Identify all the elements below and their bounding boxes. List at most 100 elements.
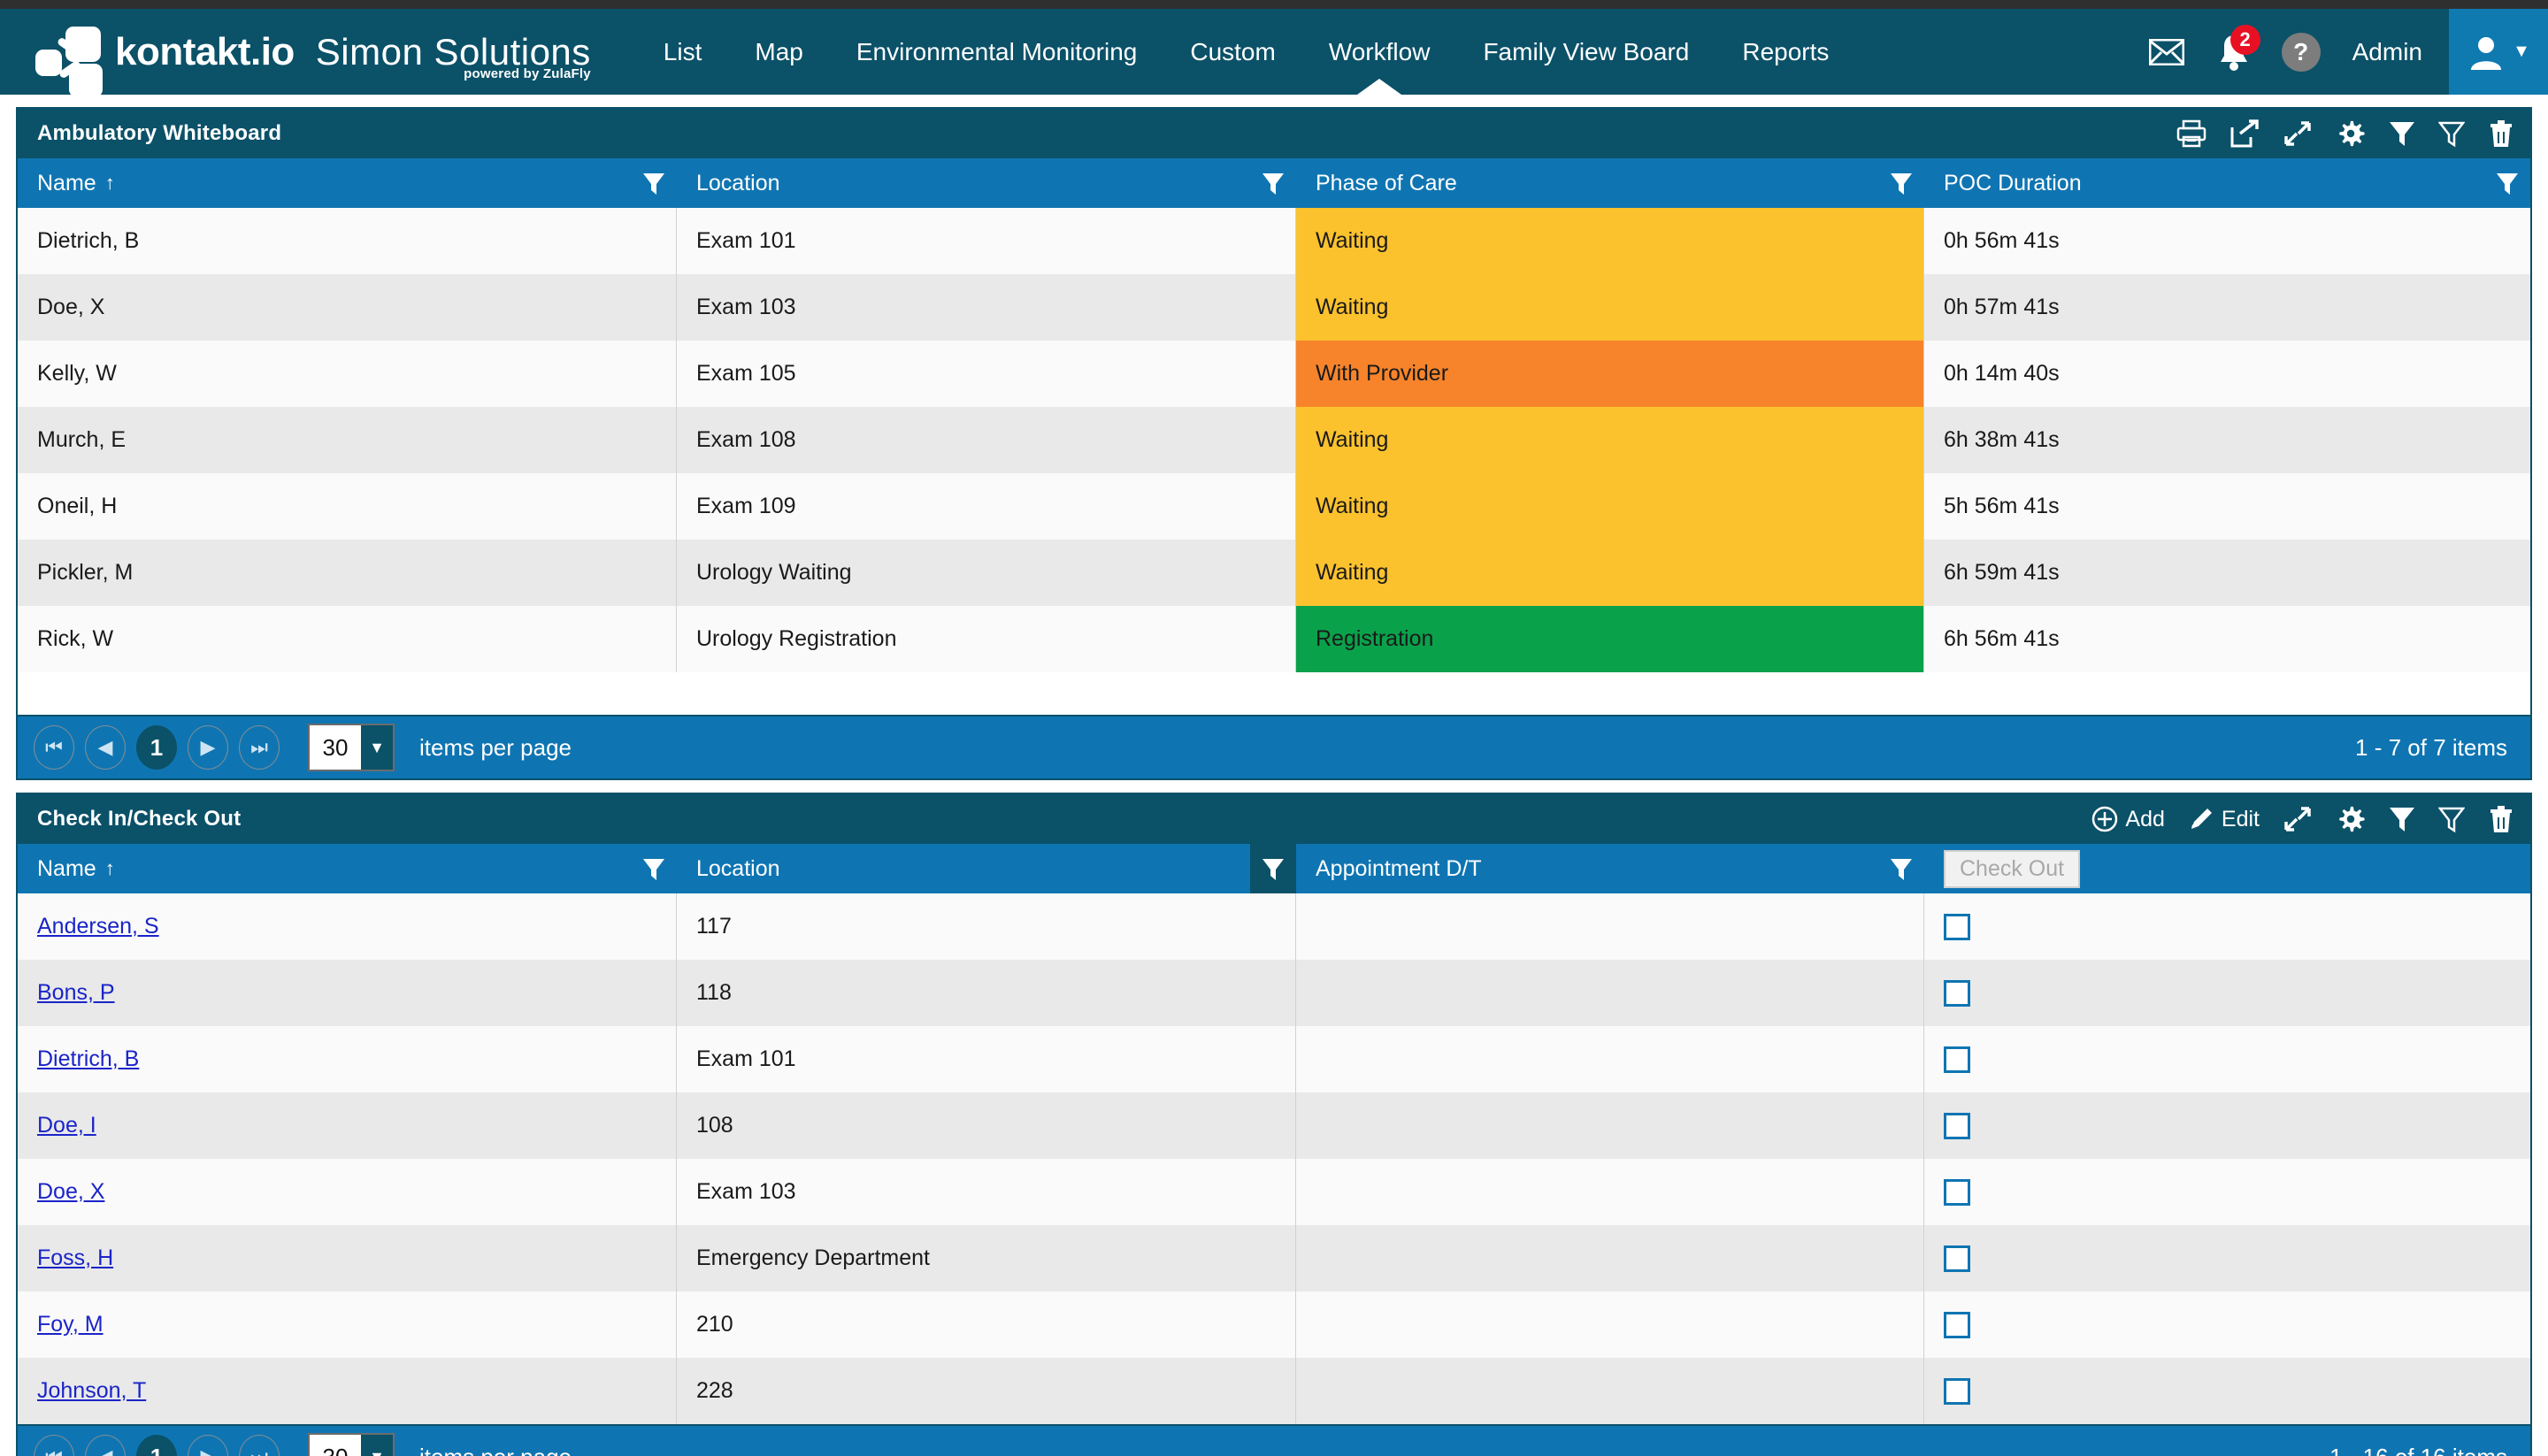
- pager-page-1[interactable]: 1: [136, 1435, 177, 1456]
- table-row[interactable]: Andersen, S 117: [18, 893, 2530, 960]
- column-header-name[interactable]: Name ↑: [18, 844, 677, 893]
- user-menu-button[interactable]: ▼: [2449, 9, 2548, 95]
- column-header-location[interactable]: Location: [677, 844, 1296, 893]
- notification-badge: 2: [2230, 25, 2260, 55]
- table-row[interactable]: Johnson, T 228: [18, 1358, 2530, 1424]
- items-per-page-select[interactable]: 30 ▼: [308, 724, 395, 771]
- items-per-page-value: 30: [322, 733, 349, 761]
- main-navigation: List Map Environmental Monitoring Custom…: [637, 9, 1856, 95]
- cell-appointment-dt: [1296, 1358, 1924, 1424]
- table-row[interactable]: Dietrich, B Exam 101: [18, 1026, 2530, 1092]
- column-header-location[interactable]: Location: [677, 158, 1296, 208]
- table-row[interactable]: Foy, M 210: [18, 1291, 2530, 1358]
- panel2-header: Check In/Check Out Add Edit: [18, 794, 2530, 844]
- filter-filled-icon[interactable]: [2389, 805, 2415, 833]
- print-icon[interactable]: [2176, 119, 2206, 148]
- panel1-column-headers: Name ↑ Location Phase of Care POC Durati…: [18, 158, 2530, 208]
- gear-icon[interactable]: [2336, 119, 2366, 148]
- column-header-phase-of-care[interactable]: Phase of Care: [1296, 158, 1924, 208]
- patient-name-link[interactable]: Johnson, T: [37, 1378, 146, 1404]
- patient-name-link[interactable]: Doe, I: [37, 1113, 96, 1138]
- add-button[interactable]: Add: [2091, 806, 2165, 832]
- delete-icon[interactable]: [2488, 805, 2514, 833]
- table-row[interactable]: Doe, I 108: [18, 1092, 2530, 1159]
- table-row[interactable]: Bons, P 118: [18, 960, 2530, 1026]
- cell-appointment-dt: [1296, 893, 1924, 960]
- patient-name-link[interactable]: Andersen, S: [37, 914, 159, 939]
- check-out-button[interactable]: Check Out: [1944, 849, 2081, 888]
- filter-icon-phase-of-care[interactable]: [1878, 158, 1924, 208]
- nav-item-map[interactable]: Map: [728, 9, 829, 95]
- patient-name-link[interactable]: Foy, M: [37, 1312, 104, 1337]
- table-row[interactable]: Rick, W Urology Registration Registration 6…: [18, 606, 2530, 672]
- patient-name-link[interactable]: Doe, X: [37, 1179, 104, 1205]
- pager-first-button[interactable]: ⏮: [34, 1435, 74, 1456]
- chevron-down-icon[interactable]: ▼: [361, 725, 393, 770]
- nav-item-workflow[interactable]: Workflow: [1302, 9, 1457, 95]
- table-row[interactable]: Doe, X Exam 103 Waiting 0h 57m 41s: [18, 274, 2530, 341]
- check-out-checkbox[interactable]: [1944, 913, 1970, 940]
- pager-next-button[interactable]: ▶: [188, 725, 228, 770]
- pager-next-button[interactable]: ▶: [188, 1435, 228, 1456]
- expand-icon[interactable]: [2283, 805, 2313, 833]
- check-out-checkbox[interactable]: [1944, 979, 1970, 1007]
- check-out-checkbox[interactable]: [1944, 1112, 1970, 1139]
- table-row[interactable]: Kelly, W Exam 105 With Provider 0h 14m 40s: [18, 341, 2530, 407]
- table-row[interactable]: Dietrich, B Exam 101 Waiting 0h 56m 41s: [18, 208, 2530, 274]
- nav-item-custom[interactable]: Custom: [1163, 9, 1301, 95]
- edit-button[interactable]: Edit: [2188, 806, 2260, 832]
- sort-ascending-icon: ↑: [104, 857, 115, 879]
- pager-last-button[interactable]: ⏭: [239, 1435, 280, 1456]
- cell-phase-of-care: With Provider: [1296, 341, 1924, 407]
- filter-icon-name[interactable]: [631, 158, 677, 208]
- nav-item-reports[interactable]: Reports: [1715, 9, 1855, 95]
- pager-page-1[interactable]: 1: [136, 725, 177, 770]
- patient-name-link[interactable]: Bons, P: [37, 980, 115, 1006]
- nav-item-family-view-board[interactable]: Family View Board: [1456, 9, 1715, 95]
- header-right-tools: 2 ? Admin ▼: [2133, 9, 2548, 95]
- filter-icon-location[interactable]: [1250, 158, 1296, 208]
- pager-prev-button[interactable]: ◀: [85, 1435, 126, 1456]
- chevron-down-icon[interactable]: ▼: [361, 1435, 393, 1456]
- filter-icon-name[interactable]: [631, 844, 677, 893]
- patient-name-link[interactable]: Dietrich, B: [37, 1046, 139, 1072]
- table-row[interactable]: Murch, E Exam 108 Waiting 6h 38m 41s: [18, 407, 2530, 473]
- nav-item-list[interactable]: List: [637, 9, 729, 95]
- patient-name-link[interactable]: Foss, H: [37, 1245, 113, 1271]
- column-header-appointment-dt[interactable]: Appointment D/T: [1296, 844, 1924, 893]
- pager-last-button[interactable]: ⏭: [239, 725, 280, 770]
- filter-icon-poc-duration[interactable]: [2484, 158, 2530, 208]
- filter-icon-location[interactable]: [1250, 844, 1296, 893]
- table-row[interactable]: Foss, H Emergency Department: [18, 1225, 2530, 1291]
- check-out-checkbox[interactable]: [1944, 1377, 1970, 1405]
- table-row[interactable]: Pickler, M Urology Waiting Waiting 6h 59m 4…: [18, 540, 2530, 606]
- filter-outline-icon[interactable]: [2438, 805, 2465, 833]
- cell-name: Dietrich, B: [18, 208, 677, 274]
- items-per-page-select[interactable]: 30 ▼: [308, 1433, 395, 1456]
- check-out-checkbox[interactable]: [1944, 1178, 1970, 1206]
- column-header-name[interactable]: Name ↑: [18, 158, 677, 208]
- column-header-poc-duration[interactable]: POC Duration: [1924, 158, 2530, 208]
- gear-icon[interactable]: [2336, 805, 2366, 833]
- expand-icon[interactable]: [2283, 119, 2313, 148]
- plus-circle-icon: [2092, 806, 2118, 832]
- pager-summary: 1 - 16 of 16 items: [2329, 1444, 2507, 1456]
- cell-phase-of-care: Waiting: [1296, 407, 1924, 473]
- bell-icon[interactable]: 2: [2200, 9, 2268, 95]
- check-out-checkbox[interactable]: [1944, 1245, 1970, 1272]
- delete-icon[interactable]: [2488, 119, 2514, 148]
- column-label-location: Location: [696, 855, 780, 881]
- table-row[interactable]: Doe, X Exam 103: [18, 1159, 2530, 1225]
- filter-outline-icon[interactable]: [2438, 119, 2465, 148]
- filter-icon-appointment-dt[interactable]: [1878, 844, 1924, 893]
- check-out-checkbox[interactable]: [1944, 1311, 1970, 1338]
- help-icon[interactable]: ?: [2268, 9, 2335, 95]
- export-icon[interactable]: [2230, 119, 2260, 148]
- envelope-icon[interactable]: [2133, 9, 2200, 95]
- check-out-checkbox[interactable]: [1944, 1046, 1970, 1073]
- pager-prev-button[interactable]: ◀: [85, 725, 126, 770]
- nav-item-environmental-monitoring[interactable]: Environmental Monitoring: [830, 9, 1164, 95]
- pager-first-button[interactable]: ⏮: [34, 725, 74, 770]
- table-row[interactable]: Oneil, H Exam 109 Waiting 5h 56m 41s: [18, 473, 2530, 540]
- filter-filled-icon[interactable]: [2389, 119, 2415, 148]
